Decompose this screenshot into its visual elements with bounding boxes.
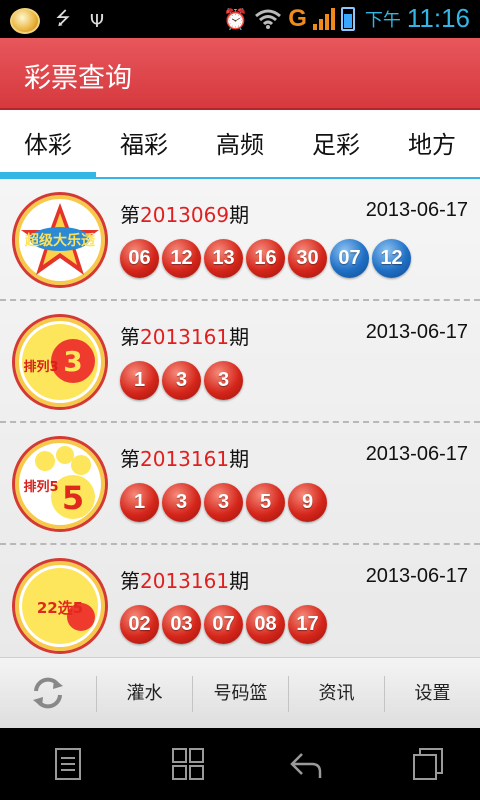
red-ball: 06 (120, 239, 159, 278)
app-notification-icon (10, 8, 40, 34)
usb-debug-icon: Ψ (89, 10, 105, 32)
red-ball: 1 (120, 483, 159, 522)
battery-charging-icon (340, 6, 355, 31)
toolbar-news-button[interactable]: 资讯 (289, 658, 384, 729)
red-ball: 07 (204, 605, 243, 644)
red-ball: 1 (120, 361, 159, 400)
app-header: 彩票查询 (0, 38, 480, 110)
draw-issue: 第2013069期 (120, 203, 250, 227)
ball-group: 1 3 3 (120, 361, 243, 400)
logo-text: 超级大乐透 (24, 232, 96, 249)
red-ball: 30 (288, 239, 327, 278)
red-ball: 9 (288, 483, 327, 522)
ball-group: 06 12 13 16 30 07 12 (120, 239, 411, 278)
draw-date: 2013-06-17 (365, 443, 468, 465)
system-nav-bar (0, 728, 480, 800)
network-g-icon: G (288, 4, 307, 32)
pl5-logo-icon: 5 排列5 (12, 436, 108, 532)
draw-date: 2013-06-17 (365, 565, 468, 587)
status-time: 11:16 (406, 3, 470, 33)
toolbar-settings-button[interactable]: 设置 (385, 658, 480, 729)
tab-selected-indicator (0, 172, 96, 178)
usb-icon: ⭍ (55, 8, 71, 29)
page-title: 彩票查询 (24, 63, 132, 94)
red-ball: 03 (162, 605, 201, 644)
toolbar-number-basket-button[interactable]: 号码篮 (193, 658, 288, 729)
draw-date: 2013-06-17 (365, 199, 468, 221)
blue-ball: 12 (372, 239, 411, 278)
svg-text:5: 5 (62, 479, 84, 517)
tab-zucai[interactable]: 足彩 (288, 110, 384, 180)
lottery-list[interactable]: 超级大乐透 第2013069期 2013-06-17 06 12 13 16 3… (0, 179, 480, 657)
recent-apps-icon[interactable] (410, 746, 446, 782)
logo-text: 排列3 (23, 359, 58, 375)
bottom-toolbar: 灌水 号码篮 资讯 设置 (0, 657, 480, 728)
tab-gaopin[interactable]: 高频 (192, 110, 288, 180)
list-item[interactable]: 超级大乐透 第2013069期 2013-06-17 06 12 13 16 3… (0, 179, 480, 301)
menu-icon[interactable] (50, 746, 86, 782)
dlt-logo-icon: 超级大乐透 (12, 192, 108, 288)
ball-group: 1 3 3 5 9 (120, 483, 327, 522)
tab-ticai[interactable]: 体彩 (0, 110, 96, 180)
logo-text: 排列5 (23, 479, 58, 495)
draw-issue: 第2013161期 (120, 325, 250, 349)
list-item[interactable]: 3 排列3 第2013161期 2013-06-17 1 3 3 (0, 301, 480, 423)
red-ball: 3 (162, 483, 201, 522)
red-ball: 3 (162, 361, 201, 400)
pl3-logo-icon: 3 排列3 (12, 314, 108, 410)
svg-text:3: 3 (63, 345, 82, 378)
draw-issue: 第2013161期 (120, 569, 250, 593)
signal-icon (312, 7, 335, 30)
red-ball: 02 (120, 605, 159, 644)
draw-issue: 第2013161期 (120, 447, 250, 471)
red-ball: 13 (204, 239, 243, 278)
status-bar: ⭍ Ψ ⏰ G 下午 11:16 (0, 0, 480, 38)
toolbar-guanshui-button[interactable]: 灌水 (97, 658, 192, 729)
refresh-icon[interactable] (30, 675, 66, 711)
red-ball: 5 (246, 483, 285, 522)
ball-group: 02 03 07 08 17 (120, 605, 327, 644)
red-ball: 3 (204, 483, 243, 522)
22x5-logo-icon: 22选5 (12, 558, 108, 654)
list-item[interactable]: 5 排列5 第2013161期 2013-06-17 1 3 3 5 9 (0, 423, 480, 545)
logo-text: 22选5 (37, 599, 83, 617)
red-ball: 3 (204, 361, 243, 400)
category-tabs: 体彩 福彩 高频 足彩 地方 (0, 110, 480, 180)
red-ball: 08 (246, 605, 285, 644)
status-ampm: 下午 (364, 9, 401, 31)
back-icon[interactable] (288, 746, 324, 782)
wifi-icon (255, 9, 282, 29)
tab-fucai[interactable]: 福彩 (96, 110, 192, 180)
red-ball: 12 (162, 239, 201, 278)
draw-date: 2013-06-17 (365, 321, 468, 343)
red-ball: 17 (288, 605, 327, 644)
home-icon[interactable] (170, 746, 206, 782)
blue-ball: 07 (330, 239, 369, 278)
red-ball: 16 (246, 239, 285, 278)
list-item[interactable]: 22选5 第2013161期 2013-06-17 02 03 07 08 17 (0, 545, 480, 657)
tab-difang[interactable]: 地方 (384, 110, 480, 180)
alarm-icon: ⏰ (223, 6, 249, 31)
